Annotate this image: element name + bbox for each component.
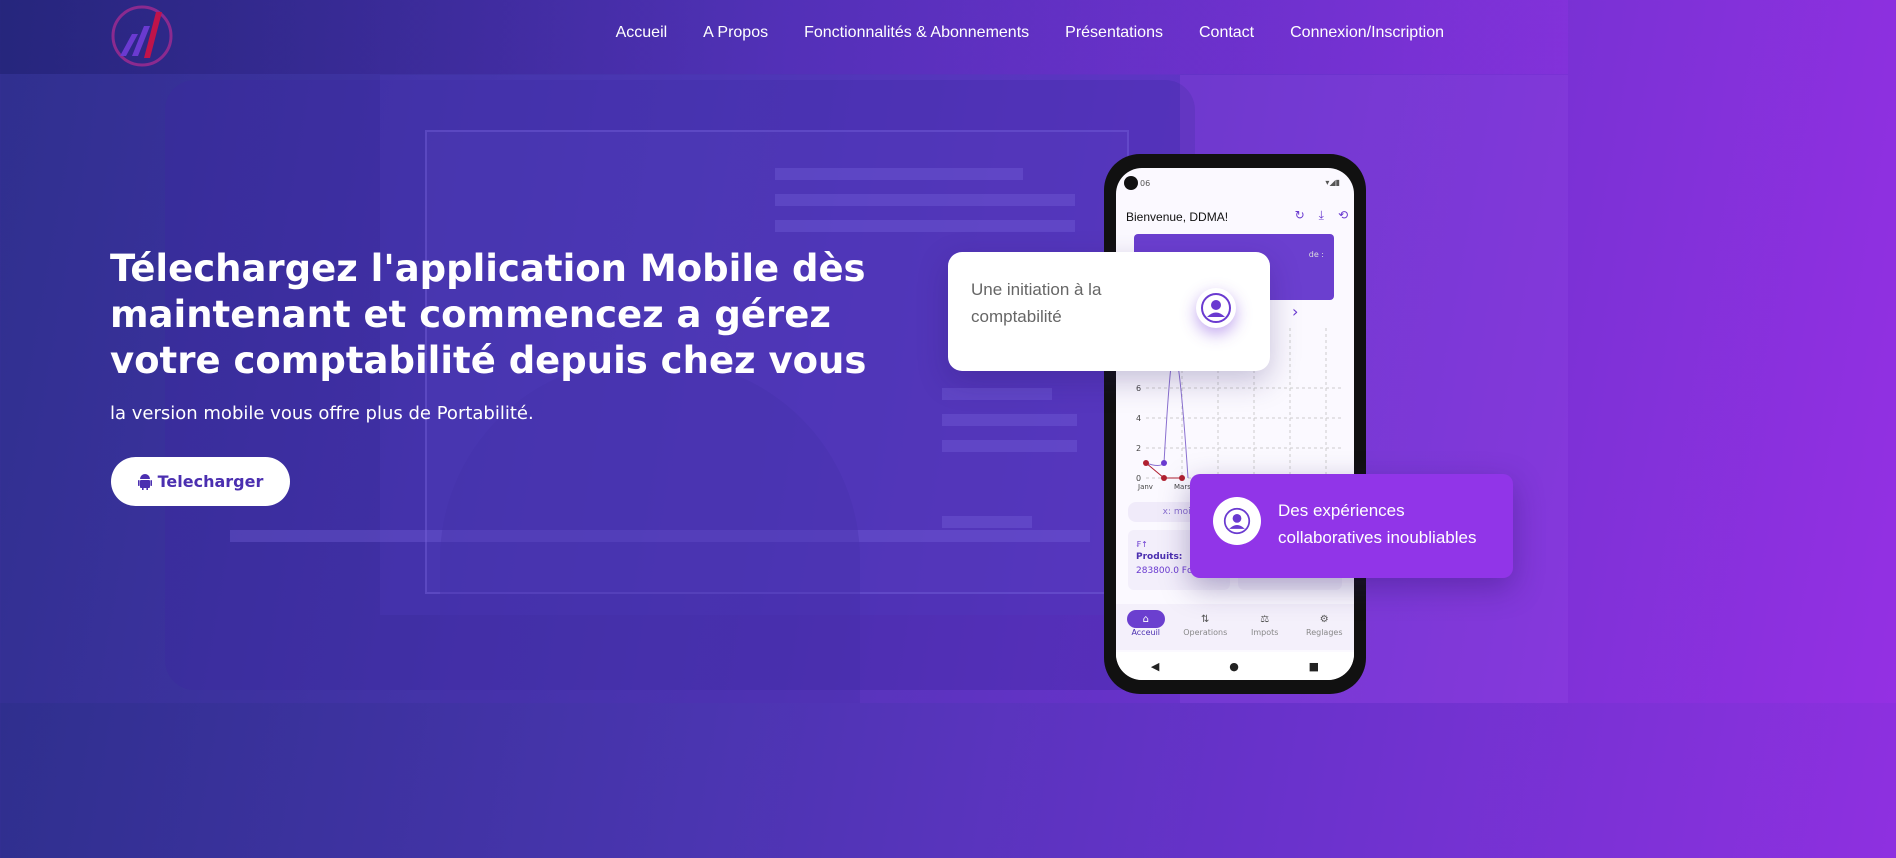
background-line	[942, 414, 1077, 426]
currency-icon: ₣↑	[1136, 540, 1148, 549]
navbar: Accueil A Propos Fonctionnalités & Abonn…	[0, 0, 1568, 74]
phone-bottom-nav: ⌂ Acceuil ⇅ Operations ⚖ Impots ⚙ Reglag…	[1116, 604, 1354, 650]
summary-card-text: de :	[1308, 250, 1324, 259]
download-button-label: Telecharger	[157, 472, 264, 491]
system-nav-bar: ◀ ● ■	[1116, 652, 1354, 680]
refresh-icon[interactable]: ↻	[1295, 208, 1305, 223]
bottom-nav-reglages[interactable]: ⚙ Reglages	[1296, 604, 1352, 650]
download-button[interactable]: Telecharger	[111, 457, 290, 506]
user-icon	[1196, 288, 1236, 328]
hero-subtitle: la version mobile vous offre plus de Por…	[110, 403, 534, 424]
android-icon	[137, 473, 152, 490]
feature-card-collab: Des expériences collaboratives inoubliab…	[1190, 474, 1513, 578]
chart-point	[1161, 475, 1167, 481]
bottom-nav-label: Operations	[1183, 628, 1228, 637]
chart-point	[1179, 475, 1185, 481]
download-icon[interactable]: ⤓	[1319, 208, 1324, 223]
chart-y-tick: 2	[1136, 444, 1141, 453]
feature-card-text: Une initiation à la comptabilité	[971, 280, 1102, 326]
background-line	[942, 440, 1077, 452]
feature-card-text: Des expériences collaboratives inoubliab…	[1278, 501, 1477, 547]
status-time: 06	[1140, 179, 1151, 188]
hero-title: Télechargez l'application Mobile dès mai…	[110, 247, 867, 382]
nav-link-accueil[interactable]: Accueil	[616, 24, 668, 42]
swap-vertical-icon: ⇅	[1201, 613, 1210, 625]
nav-link-contact[interactable]: Contact	[1199, 24, 1254, 42]
recents-icon[interactable]: ■	[1309, 660, 1319, 673]
welcome-text: Bienvenue, DDMA!	[1126, 210, 1229, 224]
bottom-nav-acceuil[interactable]: ⌂ Acceuil	[1118, 604, 1174, 650]
nav-link-presentations[interactable]: Présentations	[1065, 24, 1163, 42]
home-button-icon[interactable]: ●	[1229, 660, 1239, 673]
nav-links: Accueil A Propos Fonctionnalités & Abonn…	[616, 24, 1444, 42]
scale-icon: ⚖	[1260, 613, 1270, 625]
nav-link-connexion[interactable]: Connexion/Inscription	[1290, 24, 1444, 42]
bottom-nav-label: Reglages	[1306, 628, 1343, 637]
nav-link-a-propos[interactable]: A Propos	[703, 24, 768, 42]
brand-logo-icon[interactable]	[110, 4, 174, 68]
gear-icon: ⚙	[1319, 613, 1329, 625]
nav-link-fonctionnalites[interactable]: Fonctionnalités & Abonnements	[804, 24, 1029, 42]
bottom-nav-label: Acceuil	[1131, 628, 1161, 637]
signal-battery-icon: ▾◢▮	[1325, 178, 1340, 187]
background-line	[775, 168, 1023, 180]
chart-point	[1161, 460, 1167, 466]
bottom-nav-label: Impots	[1251, 628, 1279, 637]
feature-card-initiation: Une initiation à la comptabilité	[948, 252, 1270, 371]
chart-point	[1143, 460, 1149, 466]
chart-y-tick: 0	[1136, 474, 1141, 483]
phone-screen: 06 ▾◢▮ Bienvenue, DDMA! ↻ ⤓ ⟲ de : › 6 4…	[1116, 168, 1354, 680]
home-icon: ⌂	[1126, 610, 1165, 628]
chart-x-tick: Janv	[1137, 483, 1153, 491]
chart-y-tick: 6	[1136, 384, 1141, 393]
phone-mockup: 06 ▾◢▮ Bienvenue, DDMA! ↻ ⤓ ⟲ de : › 6 4…	[1104, 154, 1366, 694]
back-icon[interactable]: ◀	[1151, 660, 1159, 673]
chart-y-tick: 4	[1136, 414, 1141, 423]
background-line	[775, 194, 1075, 206]
camera-icon	[1124, 176, 1138, 190]
income-label: Produits:	[1136, 552, 1183, 562]
history-icon[interactable]: ⟲	[1338, 208, 1348, 223]
bottom-nav-operations[interactable]: ⇅ Operations	[1177, 604, 1233, 650]
background-line	[775, 220, 1075, 232]
chart-x-tick: Mars	[1174, 483, 1191, 491]
background-line	[942, 388, 1052, 400]
background-line	[942, 516, 1032, 528]
user-icon	[1213, 497, 1261, 545]
bottom-nav-impots[interactable]: ⚖ Impots	[1237, 604, 1293, 650]
phone-status-bar: 06 ▾◢▮	[1116, 168, 1354, 198]
app-toolbar: ↻ ⤓ ⟲	[1295, 208, 1348, 223]
